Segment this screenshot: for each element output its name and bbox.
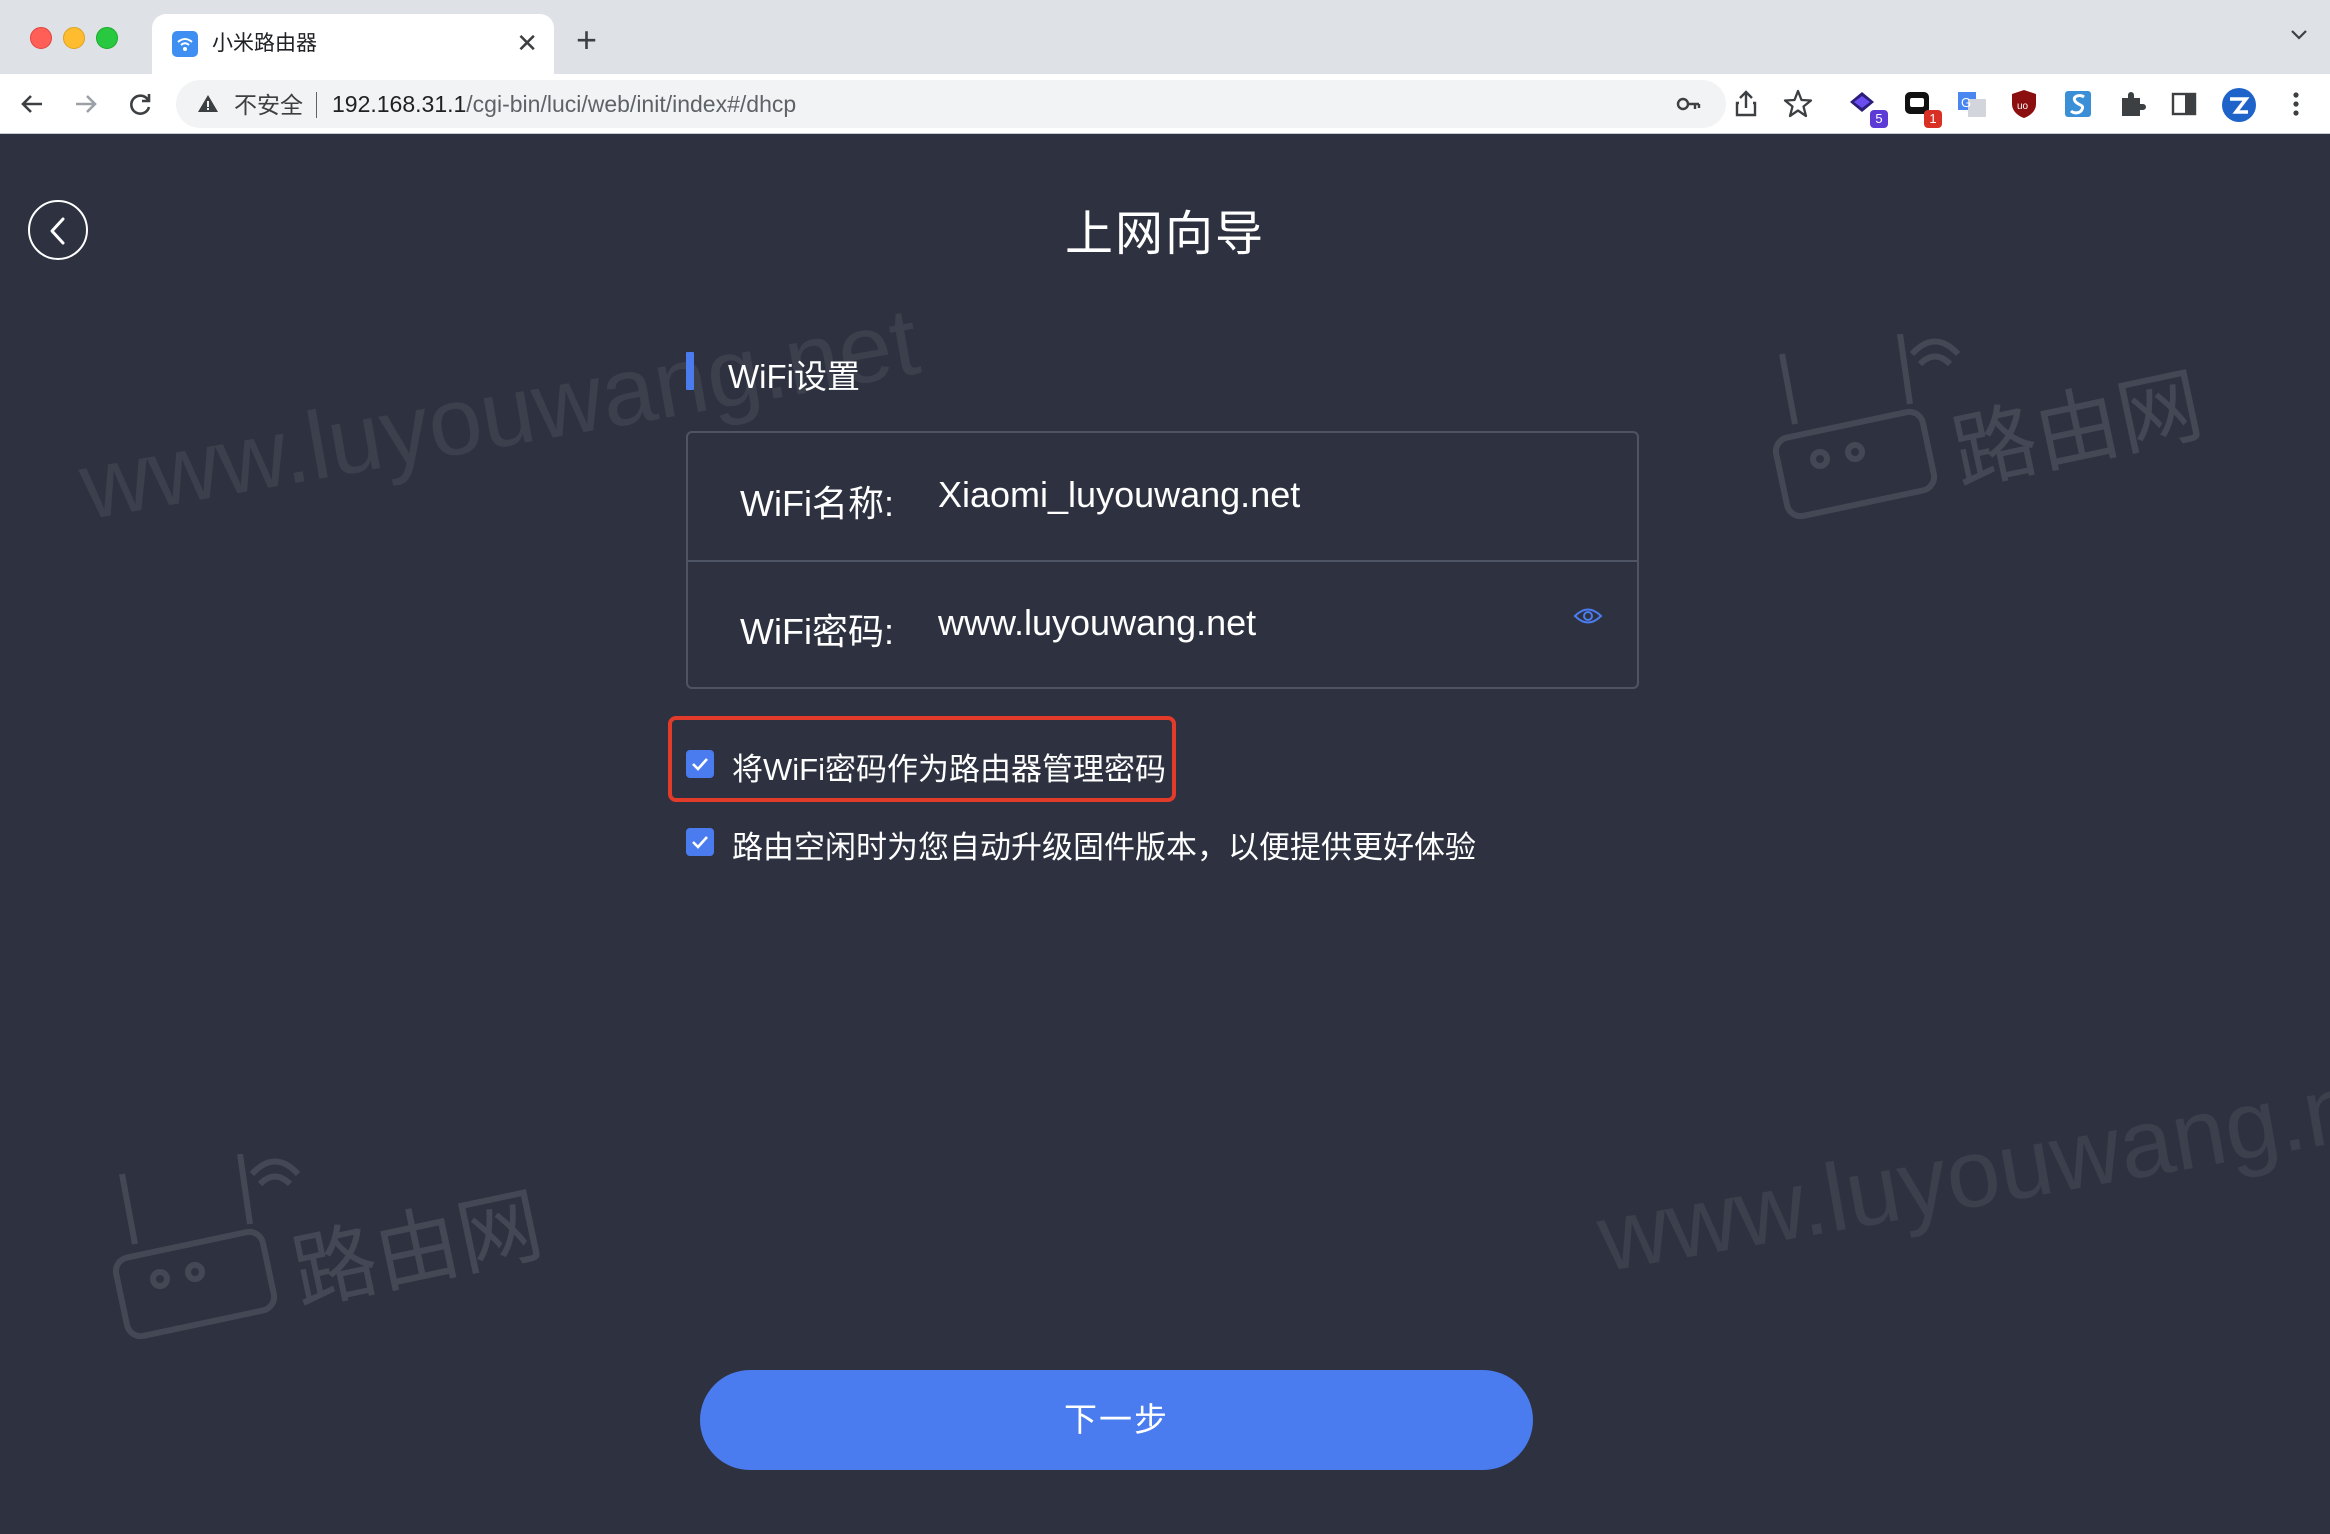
warning-triangle-icon[interactable] [196,92,220,121]
checkmark-icon [692,836,708,849]
close-window-button[interactable] [30,27,52,49]
forward-arrow-icon[interactable] [68,86,104,122]
wifi-form: WiFi名称: WiFi密码: [686,431,1639,689]
auto-upgrade-firmware-checkbox[interactable] [686,828,714,856]
tab-strip: 小米路由器 ✕ + [0,0,2330,74]
watermark-logo-text-2: 路由网 [284,1177,550,1321]
extension-badge-1: 1 [1924,110,1942,128]
minimize-window-button[interactable] [63,27,85,49]
browser-chrome: 小米路由器 ✕ + 不安全 192.168.31.1/cgi-bin/luci/… [0,0,2330,134]
address-bar[interactable]: 不安全 192.168.31.1/cgi-bin/luci/web/init/i… [176,80,1726,128]
wifi-name-input[interactable] [938,473,1538,517]
bookmark-star-icon[interactable] [1780,86,1816,122]
show-password-eye-icon[interactable] [1573,605,1603,632]
auto-upgrade-firmware-label[interactable]: 路由空闲时为您自动升级固件版本，以便提供更好体验 [732,822,1476,867]
new-tab-button[interactable]: + [576,22,597,58]
url-text[interactable]: 192.168.31.1/cgi-bin/luci/web/init/index… [332,91,796,117]
checkmark-icon [692,758,708,771]
router-setup-page: www.luyouwang.net www.luyouwang.net 路由网 … [0,134,2330,1534]
tab-title: 小米路由器 [212,32,317,55]
watermark-logo-text-1: 路由网 [1944,357,2210,501]
reload-icon[interactable] [122,86,158,122]
section-title: WiFi设置 [728,358,860,395]
svg-text:G: G [1961,95,1971,110]
share-icon[interactable] [1728,86,1764,122]
key-icon[interactable] [1674,90,1702,118]
tab-search-chevron-icon[interactable] [2290,28,2308,46]
translate-icon[interactable]: G [1954,86,1990,122]
svg-text:uo: uo [2017,101,2029,112]
use-wifi-password-as-admin-label[interactable]: 将WiFi密码作为路由器管理密码 [732,744,1166,789]
browser-toolbar: 不安全 192.168.31.1/cgi-bin/luci/web/init/i… [0,74,2330,134]
back-arrow-icon[interactable] [14,86,50,122]
side-panel-icon[interactable] [2166,86,2202,122]
tab-close-icon[interactable]: ✕ [516,28,538,58]
extension-s-icon[interactable] [2060,86,2096,122]
puzzle-extensions-icon[interactable] [2114,86,2150,122]
extension-diamond-icon[interactable]: 5 [1846,86,1888,128]
page-title: 上网向导 [1064,208,1265,261]
watermark-text-2: www.luyouwang.net [1590,1039,2330,1293]
url-host: 192.168.31.1 [332,91,467,117]
section-accent-bar [686,352,694,390]
ublock-shield-icon[interactable]: uo [2006,86,2042,122]
form-divider [688,560,1637,562]
extension-badge-5: 5 [1870,110,1888,128]
watermark-router-logo-1: 路由网 [1772,334,2210,520]
profile-avatar-icon[interactable] [2220,86,2256,122]
wifi-favicon-icon [172,31,198,57]
address-separator [316,92,317,118]
maximize-window-button[interactable] [96,27,118,49]
wifi-name-label: WiFi名称: [740,483,894,524]
insecure-label[interactable]: 不安全 [234,92,303,118]
watermark-router-logo-2: 路由网 [112,1154,550,1340]
use-wifi-password-as-admin-checkbox[interactable] [686,750,714,778]
wifi-password-input[interactable] [938,601,1538,645]
tab-active[interactable]: 小米路由器 ✕ [152,14,554,74]
url-path: /cgi-bin/luci/web/init/index#/dhcp [466,91,797,117]
wifi-password-label: WiFi密码: [740,611,894,652]
extension-block-icon[interactable]: 1 [1900,86,1942,128]
next-step-button[interactable]: 下一步 [700,1370,1533,1470]
kebab-menu-icon[interactable] [2278,86,2314,122]
